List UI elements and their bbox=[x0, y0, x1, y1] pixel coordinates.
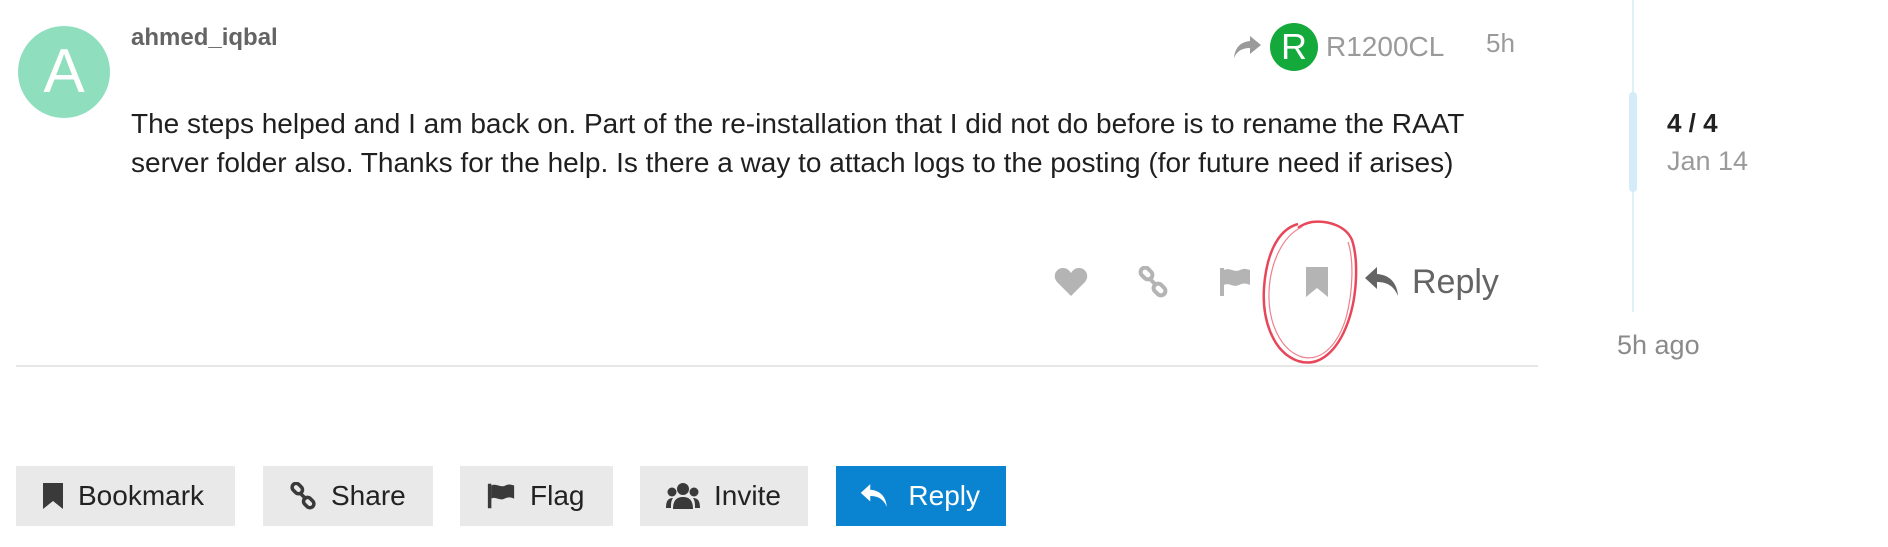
heart-icon bbox=[1054, 268, 1088, 296]
share-label: Share bbox=[331, 480, 406, 511]
reply-label: Reply bbox=[908, 480, 980, 511]
post-divider bbox=[16, 365, 1538, 367]
invite-label: Invite bbox=[714, 480, 781, 511]
link-icon bbox=[290, 482, 316, 510]
bookmark-button[interactable]: Bookmark bbox=[16, 466, 235, 526]
post-body-line: The steps helped and I am back on. Part … bbox=[131, 108, 1465, 139]
avatar[interactable]: A bbox=[18, 26, 110, 118]
timeline-last-activity[interactable]: 5h ago bbox=[1617, 330, 1700, 361]
timeline-position: 4 / 4 bbox=[1667, 108, 1718, 138]
share-arrow-icon bbox=[1232, 34, 1262, 60]
post-body: The steps helped and I am back on. Part … bbox=[131, 104, 1531, 182]
post-body-line: server folder also. Thanks for the help.… bbox=[131, 147, 1454, 178]
like-button[interactable] bbox=[1030, 258, 1112, 306]
post-reply-button[interactable]: Reply bbox=[1364, 263, 1499, 302]
reply-button[interactable]: Reply bbox=[836, 466, 1006, 526]
post-reply-label: Reply bbox=[1412, 262, 1499, 301]
annotation-circle bbox=[1262, 220, 1358, 364]
link-icon bbox=[1138, 266, 1168, 298]
post-timestamp[interactable]: 5h bbox=[1486, 28, 1515, 59]
flag-label: Flag bbox=[530, 480, 585, 511]
reply-icon bbox=[860, 484, 887, 508]
share-button[interactable]: Share bbox=[263, 466, 433, 526]
timeline-date[interactable]: Jan 14 bbox=[1667, 146, 1748, 177]
users-icon bbox=[666, 483, 700, 509]
invite-button[interactable]: Invite bbox=[640, 466, 808, 526]
flag-icon bbox=[1220, 268, 1250, 296]
reply-to-indicator[interactable]: R R1200CL bbox=[1232, 22, 1444, 72]
reply-to-avatar[interactable]: R bbox=[1270, 23, 1318, 71]
reply-icon bbox=[1365, 267, 1398, 296]
post-username[interactable]: ahmed_iqbal bbox=[131, 24, 278, 52]
bookmark-icon bbox=[43, 483, 63, 509]
flag-button[interactable]: Flag bbox=[460, 466, 613, 526]
timeline-handle[interactable] bbox=[1629, 92, 1637, 192]
bookmark-label: Bookmark bbox=[78, 480, 205, 511]
copy-link-button[interactable] bbox=[1112, 258, 1194, 306]
reply-to-username[interactable]: R1200CL bbox=[1326, 31, 1444, 63]
flag-icon bbox=[487, 483, 515, 509]
